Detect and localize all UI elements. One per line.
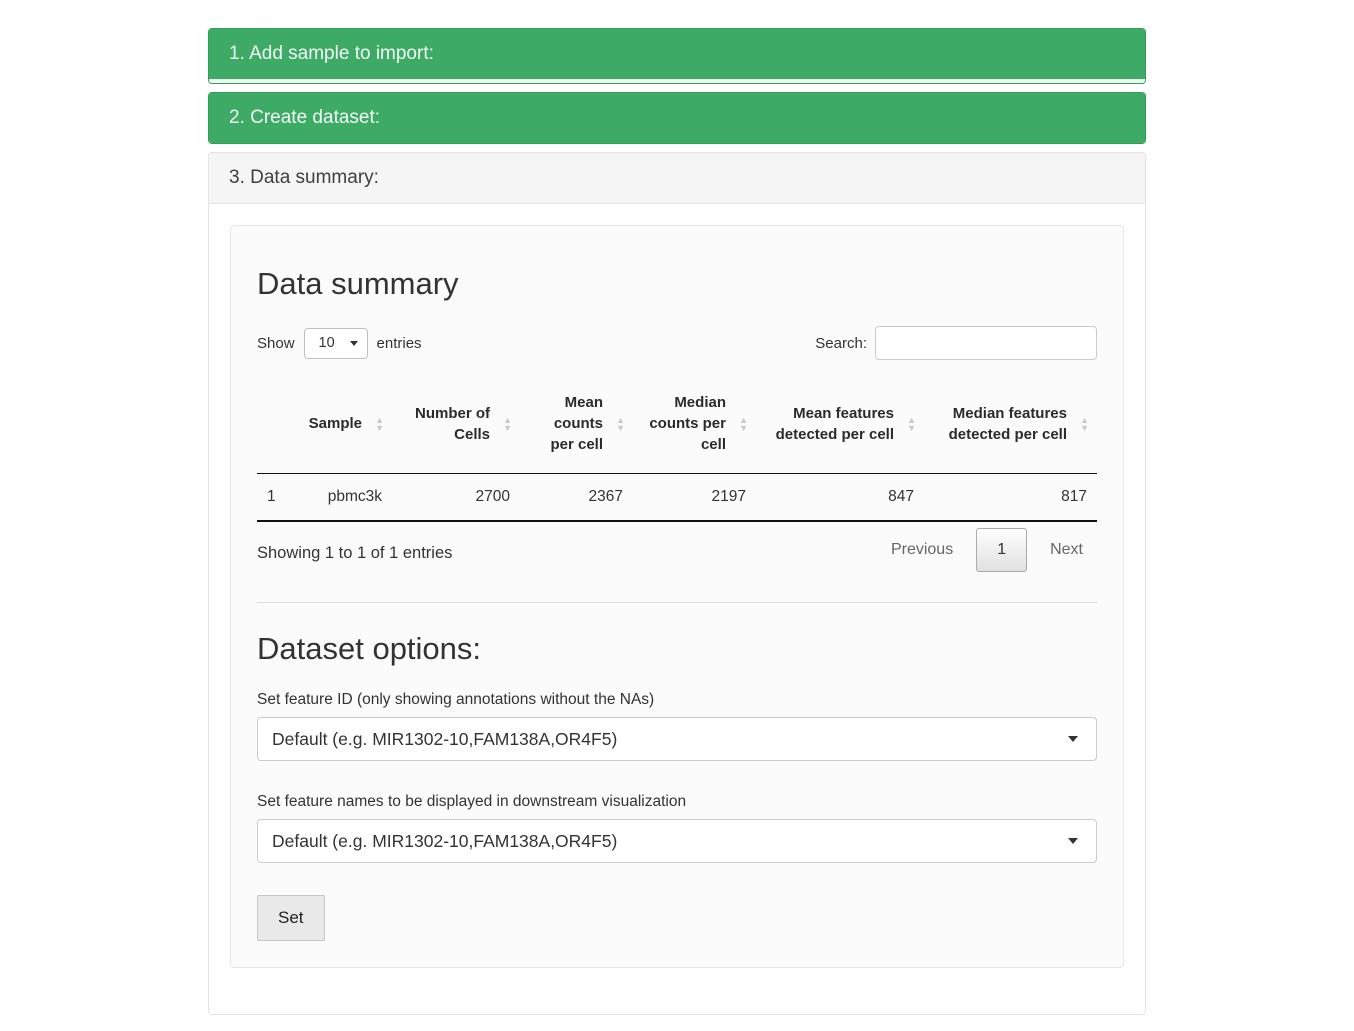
sort-icon[interactable]: [616, 416, 625, 432]
cell-number-of-cells: 2700: [392, 474, 520, 522]
page-1-button[interactable]: 1: [976, 528, 1027, 572]
panel-add-sample-collapsed-body: [209, 79, 1145, 83]
table-info: Showing 1 to 1 of 1 entries: [257, 532, 452, 563]
data-summary-table: Sample Number of Cells Mean counts per c…: [257, 374, 1097, 522]
panel-data-summary: 3. Data summary: Data summary Show 10 en…: [208, 152, 1146, 1015]
panel-data-summary-body: Data summary Show 10 entries Search:: [209, 204, 1145, 1014]
panel-create-dataset-title: 2. Create dataset:: [229, 107, 380, 128]
chevron-down-icon: [1068, 838, 1078, 844]
panel-data-summary-header[interactable]: 3. Data summary:: [209, 153, 1145, 204]
set-button[interactable]: Set: [257, 895, 325, 941]
page-length-select[interactable]: 10: [304, 328, 368, 359]
feature-names-selected-value: Default (e.g. MIR1302-10,FAM138A,OR4F5): [272, 831, 617, 852]
table-row[interactable]: 1 pbmc3k 2700 2367 2197 847 817: [257, 474, 1097, 522]
page-length-value: 10: [319, 335, 335, 351]
sort-icon[interactable]: [375, 416, 384, 432]
panel-create-dataset: 2. Create dataset:: [208, 92, 1146, 144]
sort-icon[interactable]: [503, 416, 512, 432]
feature-id-selected-value: Default (e.g. MIR1302-10,FAM138A,OR4F5): [272, 729, 617, 750]
column-header-sample[interactable]: Sample: [297, 374, 392, 474]
feature-id-label: Set feature ID (only showing annotations…: [257, 691, 1097, 709]
data-summary-well: Data summary Show 10 entries Search:: [230, 225, 1124, 968]
table-header-row: Sample Number of Cells Mean counts per c…: [257, 374, 1097, 474]
datatable-toolbar: Show 10 entries Search:: [257, 326, 1097, 360]
entries-label: entries: [377, 335, 422, 352]
section-divider: [257, 602, 1097, 603]
rowname-header: [257, 374, 297, 474]
sort-icon[interactable]: [1080, 416, 1089, 432]
data-summary-heading: Data summary: [257, 266, 1097, 302]
main-content: 1. Add sample to import: 2. Create datas…: [208, 28, 1146, 1015]
panel-add-sample: 1. Add sample to import:: [208, 28, 1146, 84]
previous-button[interactable]: Previous: [877, 531, 967, 569]
column-header-median-features[interactable]: Median features detected per cell: [924, 374, 1097, 474]
column-header-mean-counts[interactable]: Mean counts per cell: [520, 374, 633, 474]
search-label: Search:: [815, 335, 867, 352]
panel-add-sample-header[interactable]: 1. Add sample to import:: [209, 29, 1145, 79]
panel-create-dataset-header[interactable]: 2. Create dataset:: [209, 93, 1145, 143]
dataset-options-heading: Dataset options:: [257, 631, 1097, 667]
chevron-down-icon: [1068, 736, 1078, 742]
panel-data-summary-title: 3. Data summary:: [229, 167, 379, 188]
column-header-mean-features[interactable]: Mean features detected per cell: [756, 374, 924, 474]
feature-id-select[interactable]: Default (e.g. MIR1302-10,FAM138A,OR4F5): [257, 717, 1097, 761]
cell-median-features: 817: [924, 474, 1097, 522]
show-label: Show: [257, 335, 295, 352]
cell-sample: pbmc3k: [297, 474, 392, 522]
cell-mean-counts: 2367: [520, 474, 633, 522]
next-button[interactable]: Next: [1036, 531, 1097, 569]
sort-icon[interactable]: [907, 416, 916, 432]
column-header-median-counts[interactable]: Median counts per cell: [633, 374, 756, 474]
cell-median-counts: 2197: [633, 474, 756, 522]
feature-names-label: Set feature names to be displayed in dow…: [257, 793, 1097, 811]
row-index: 1: [257, 474, 297, 522]
panel-add-sample-title: 1. Add sample to import:: [229, 43, 434, 64]
pagination: Previous 1 Next: [877, 522, 1097, 572]
feature-names-select[interactable]: Default (e.g. MIR1302-10,FAM138A,OR4F5): [257, 819, 1097, 863]
page-length-control: Show 10 entries: [257, 328, 422, 359]
search-input[interactable]: [875, 326, 1097, 360]
sort-icon[interactable]: [739, 416, 748, 432]
chevron-down-icon: [350, 341, 358, 346]
table-search: Search:: [815, 326, 1097, 360]
cell-mean-features: 847: [756, 474, 924, 522]
column-header-number-of-cells[interactable]: Number of Cells: [392, 374, 520, 474]
datatable-footer: Showing 1 to 1 of 1 entries Previous 1 N…: [257, 522, 1097, 572]
